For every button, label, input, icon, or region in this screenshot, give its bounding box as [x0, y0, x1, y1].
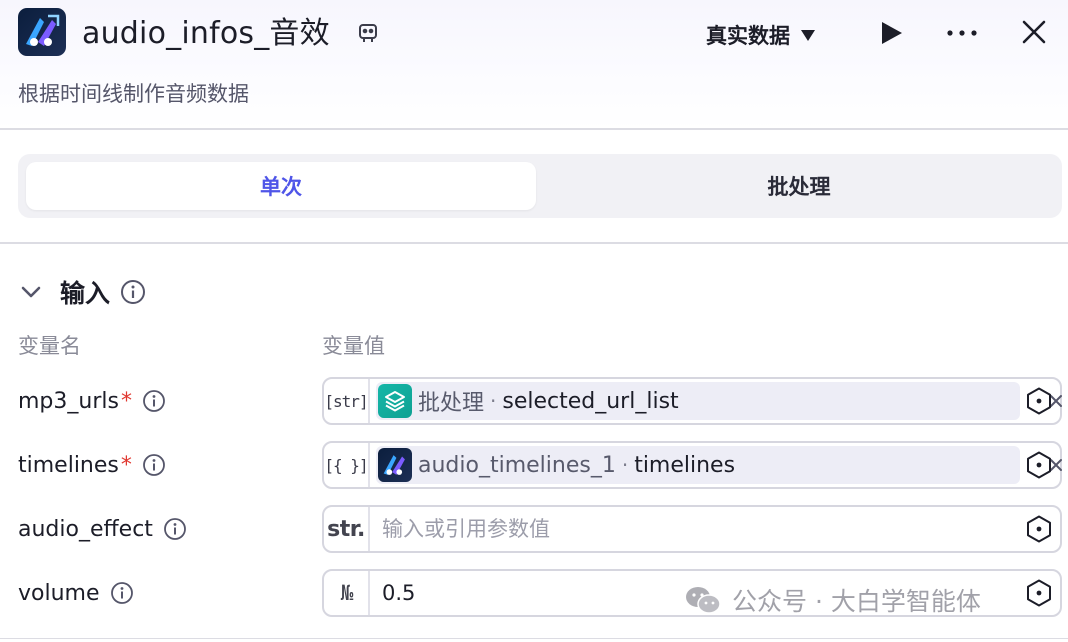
column-header-name: 变量名 [18, 334, 81, 358]
play-icon[interactable] [876, 18, 906, 48]
info-icon[interactable] [142, 389, 166, 413]
wechat-icon [686, 587, 721, 614]
reference-separator: · [621, 453, 629, 477]
param-name: timelines [18, 452, 119, 478]
param-label-volume: volume [18, 573, 134, 613]
type-tag: [str] [324, 379, 370, 423]
param-field-audio-effect[interactable]: str. [322, 505, 1062, 553]
param-label-mp3-urls: mp3_urls * [18, 381, 166, 421]
column-header-value: 变量值 [322, 334, 385, 358]
section-title: 输入 [60, 279, 111, 308]
param-field-mp3-urls[interactable]: [str] 批处理 · selected_url_list [322, 377, 1062, 425]
variable-reference-icon[interactable] [1024, 386, 1054, 416]
tab-single[interactable]: 单次 [26, 162, 536, 210]
close-icon[interactable] [1018, 16, 1050, 48]
param-label-timelines: timelines * [18, 445, 166, 485]
type-tag: № [324, 571, 370, 615]
variable-reference-icon[interactable] [1024, 514, 1054, 544]
more-icon[interactable] [944, 18, 980, 48]
audio-plugin-icon [378, 448, 412, 482]
variable-reference-icon[interactable] [1024, 578, 1054, 608]
node-title: audio_infos_音效 [82, 16, 330, 51]
info-icon[interactable] [142, 453, 166, 477]
header-divider [0, 128, 1068, 130]
required-marker: * [120, 452, 132, 478]
param-name: audio_effect [18, 516, 153, 542]
param-name: volume [18, 580, 100, 606]
bottom-divider [0, 638, 1068, 639]
run-mode-tabs: 单次 批处理 [18, 154, 1062, 218]
reference-source: audio_timelines_1 [418, 452, 616, 478]
reference-source: 批处理 [418, 391, 485, 416]
type-tag: [{ }] [324, 443, 370, 487]
data-mode-dropdown[interactable]: 真实数据 [706, 18, 816, 52]
info-icon[interactable] [163, 517, 187, 541]
audio-effect-input[interactable] [382, 511, 1012, 547]
param-label-audio-effect: audio_effect [18, 509, 187, 549]
node-panel: audio_infos_音效 根据时间线制作音频数据 真实数据 单次 批处理 输… [0, 0, 1068, 642]
data-mode-label: 真实数据 [706, 24, 790, 48]
tab-batch[interactable]: 批处理 [544, 162, 1054, 210]
watermark-text: 公众号 · 大白学智能体 [732, 587, 981, 616]
tabs-divider [0, 242, 1068, 244]
layers-icon [378, 384, 412, 418]
input-section-header: 输入 [18, 274, 146, 310]
audio-plugin-icon [18, 8, 66, 56]
reference-chip[interactable]: 批处理 · selected_url_list [376, 382, 1062, 420]
reference-chip[interactable]: audio_timelines_1 · timelines [376, 446, 1062, 484]
param-name: mp3_urls [18, 388, 119, 414]
reference-variable: selected_url_list [502, 388, 679, 414]
caret-down-icon [801, 30, 815, 41]
type-tag: str. [324, 507, 370, 551]
reference-separator: · [490, 389, 497, 413]
info-icon[interactable] [120, 279, 146, 305]
reference-variable: timelines [634, 452, 736, 478]
watermark: 公众号 · 大白学智能体 [684, 580, 981, 620]
info-icon[interactable] [110, 581, 134, 605]
param-field-timelines[interactable]: [{ }] audio_timelines_1 · timelines [322, 441, 1062, 489]
edit-icon[interactable] [356, 21, 380, 45]
chevron-down-icon[interactable] [18, 279, 44, 305]
required-marker: * [120, 388, 132, 414]
panel-header: audio_infos_音效 根据时间线制作音频数据 真实数据 [0, 0, 1068, 128]
variable-reference-icon[interactable] [1024, 450, 1054, 480]
node-description: 根据时间线制作音频数据 [18, 82, 249, 106]
